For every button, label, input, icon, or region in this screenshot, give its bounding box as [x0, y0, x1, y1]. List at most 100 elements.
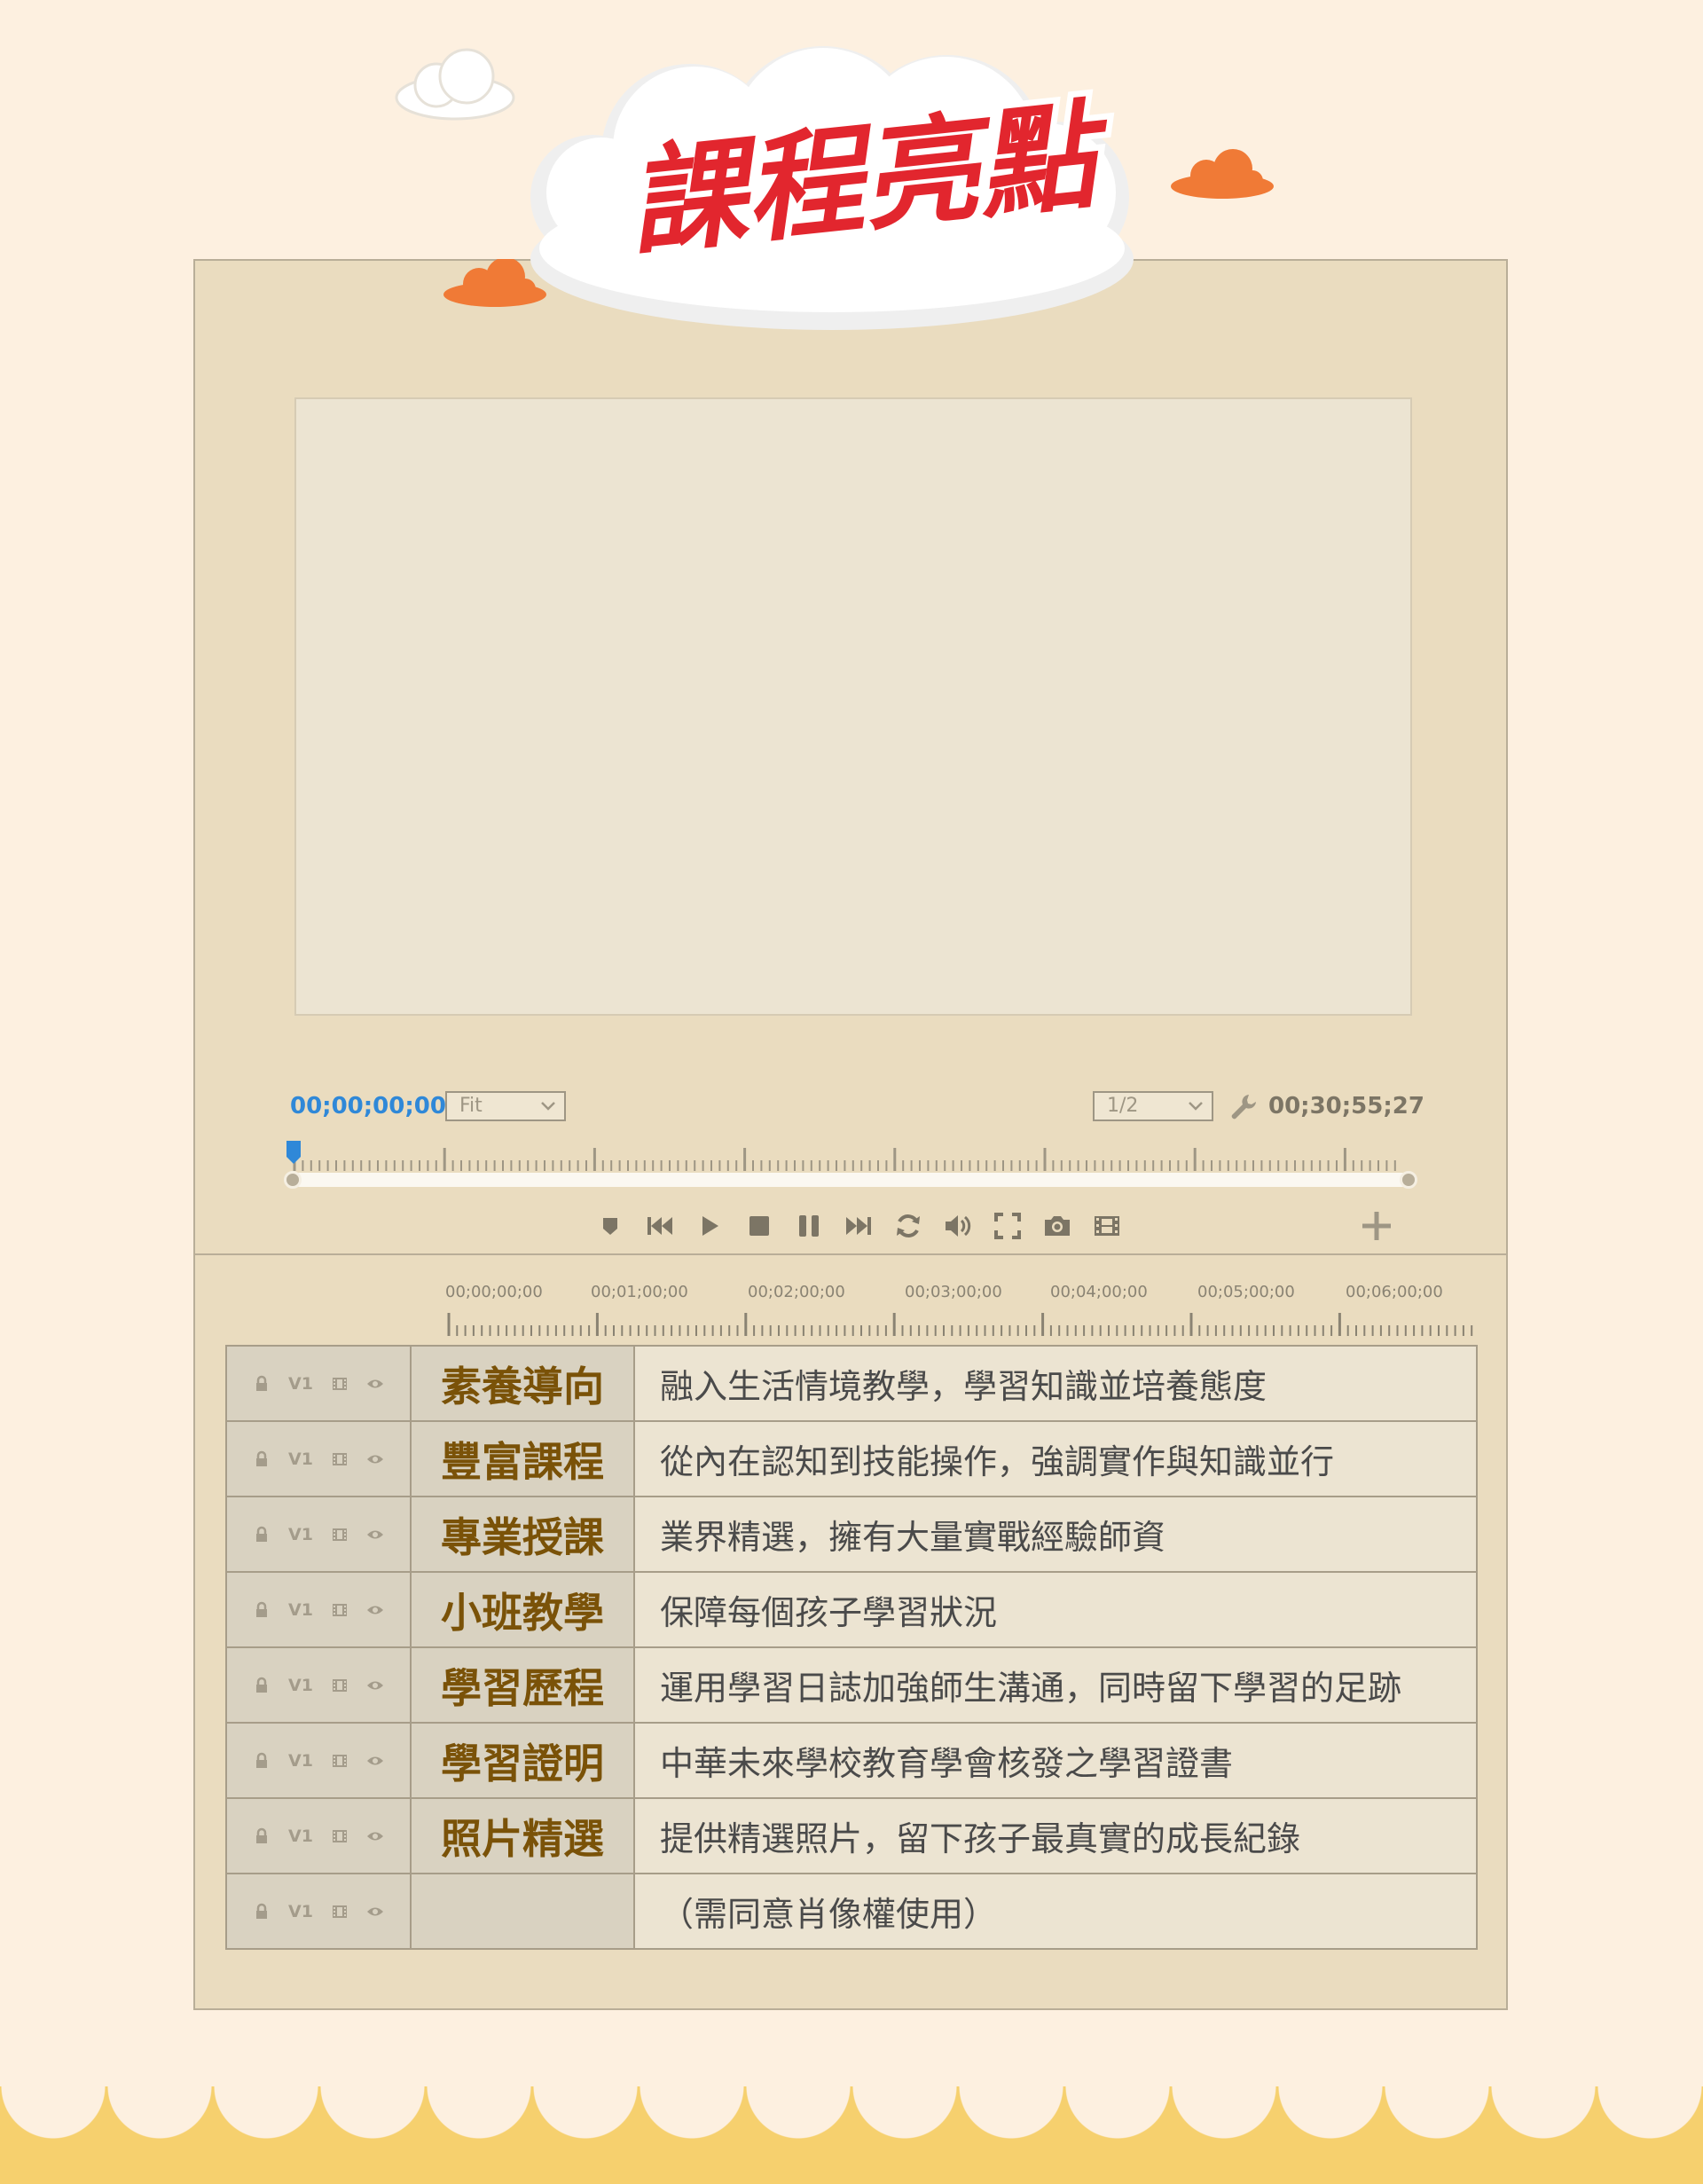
track-description: 融入生活情境教學，學習知識並培養態度: [660, 1367, 1267, 1406]
resolution-select-value: 1/2: [1107, 1095, 1139, 1117]
track-label: V1: [288, 1901, 313, 1921]
track-description: 運用學習日誌加強師生溝通，同時留下學習的足跡: [660, 1669, 1402, 1708]
chevron-down-icon: [1189, 1102, 1203, 1111]
scrubber-track[interactable]: [293, 1173, 1410, 1187]
stop-button[interactable]: [742, 1208, 777, 1244]
volume-button[interactable]: [940, 1208, 976, 1244]
track-controls: V1: [227, 1648, 412, 1722]
lock-icon[interactable]: [253, 1752, 271, 1770]
lock-icon[interactable]: [253, 1903, 271, 1921]
eye-icon[interactable]: [366, 1677, 384, 1694]
film-icon[interactable]: [331, 1903, 349, 1921]
track-row[interactable]: V1 專業授課 業界精選，擁有大量實戰經驗師資: [225, 1496, 1478, 1573]
track-controls: V1: [227, 1874, 412, 1948]
timeline-label: 00;00;00;00: [445, 1283, 543, 1301]
lock-icon[interactable]: [253, 1601, 271, 1619]
stop-icon: [749, 1216, 769, 1236]
lock-icon[interactable]: [253, 1677, 271, 1694]
film-icon[interactable]: [331, 1677, 349, 1694]
track-row[interactable]: V1 學習證明 中華未來學校教育學會核發之學習證書: [225, 1722, 1478, 1799]
timeline-label: 00;05;00;00: [1197, 1283, 1295, 1301]
eye-icon[interactable]: [366, 1601, 384, 1619]
scrubber-start-handle[interactable]: [284, 1171, 302, 1189]
film-icon: [1095, 1216, 1119, 1236]
track-label: V1: [288, 1599, 313, 1620]
timeline-label: 00;03;00;00: [905, 1283, 1002, 1301]
fullscreen-icon: [994, 1213, 1021, 1239]
skip-back-icon: [647, 1217, 672, 1235]
wrench-icon[interactable]: [1228, 1091, 1260, 1123]
film-icon[interactable]: [331, 1752, 349, 1770]
loop-button[interactable]: [891, 1208, 926, 1244]
transport-controls: [593, 1206, 1125, 1245]
timeline-labels: 00;00;00;00 00;01;00;00 00;02;00;00 00;0…: [417, 1283, 1481, 1304]
track-row[interactable]: V1 豐富課程 從內在認知到技能操作，強調實作與知識並行: [225, 1420, 1478, 1497]
track-controls: V1: [227, 1724, 412, 1797]
track-label: V1: [288, 1449, 313, 1469]
go-to-start-button[interactable]: [642, 1208, 678, 1244]
page-title: 課程亮點: [616, 89, 1124, 275]
pause-icon: [799, 1215, 819, 1237]
track-name: 照片精選: [412, 1799, 635, 1873]
film-icon[interactable]: [331, 1450, 349, 1468]
film-icon[interactable]: [331, 1375, 349, 1393]
play-button[interactable]: [692, 1208, 727, 1244]
track-row[interactable]: V1 素養導向 融入生活情境教學，學習知識並培養態度: [225, 1345, 1478, 1422]
scalloped-footer-band: [0, 2086, 1703, 2184]
film-icon[interactable]: [331, 1526, 349, 1544]
track-name: 小班教學: [412, 1573, 635, 1646]
timeline-label: 00;02;00;00: [748, 1283, 845, 1301]
track-label: V1: [288, 1675, 313, 1695]
film-icon[interactable]: [331, 1827, 349, 1845]
eye-icon[interactable]: [366, 1752, 384, 1770]
loop-icon: [897, 1214, 920, 1237]
track-row[interactable]: V1 （需同意肖像權使用）: [225, 1873, 1478, 1950]
resolution-select[interactable]: 1/2: [1093, 1091, 1213, 1121]
track-controls: V1: [227, 1497, 412, 1571]
lock-icon[interactable]: [253, 1375, 271, 1393]
chevron-down-icon: [541, 1102, 555, 1111]
track-name: 學習歷程: [412, 1648, 635, 1722]
add-plus-icon[interactable]: [1357, 1206, 1396, 1245]
snapshot-button[interactable]: [1040, 1208, 1075, 1244]
volume-icon: [946, 1215, 971, 1237]
eye-icon[interactable]: [366, 1827, 384, 1845]
orange-cloud-left-icon: [443, 259, 546, 307]
track-row[interactable]: V1 照片精選 提供精選照片，留下孩子最真實的成長紀錄: [225, 1797, 1478, 1874]
lock-icon[interactable]: [253, 1526, 271, 1544]
eye-icon[interactable]: [366, 1450, 384, 1468]
track-controls: V1: [227, 1347, 412, 1420]
export-frame-button[interactable]: [1089, 1208, 1125, 1244]
go-to-end-button[interactable]: [841, 1208, 876, 1244]
zoom-select[interactable]: Fit: [445, 1091, 566, 1121]
marker-button[interactable]: [593, 1208, 628, 1244]
pause-button[interactable]: [791, 1208, 827, 1244]
current-timecode: 00;00;00;00: [290, 1093, 446, 1119]
lock-icon[interactable]: [253, 1827, 271, 1845]
fullscreen-button[interactable]: [990, 1208, 1025, 1244]
track-label: V1: [288, 1750, 313, 1771]
timeline-label: 00;06;00;00: [1346, 1283, 1443, 1301]
track-name: 素養導向: [412, 1347, 635, 1420]
timeline-tracks: V1 素養導向 融入生活情境教學，學習知識並培養態度 V1 豐富課程 從內在認知…: [225, 1345, 1478, 1950]
timeline-label: 00;04;00;00: [1050, 1283, 1148, 1301]
panel-divider: [193, 1253, 1508, 1255]
eye-icon[interactable]: [366, 1375, 384, 1393]
lock-icon[interactable]: [253, 1450, 271, 1468]
scrubber-end-handle[interactable]: [1400, 1171, 1417, 1189]
eye-icon[interactable]: [366, 1903, 384, 1921]
track-label: V1: [288, 1524, 313, 1544]
track-name: 豐富課程: [412, 1422, 635, 1496]
play-icon: [702, 1216, 718, 1236]
track-description: 保障每個孩子學習狀況: [660, 1593, 998, 1632]
playhead-marker-icon[interactable]: [286, 1139, 302, 1166]
track-row[interactable]: V1 小班教學 保障每個孩子學習狀況: [225, 1571, 1478, 1648]
track-label: V1: [288, 1373, 313, 1394]
track-description: 從內在認知到技能操作，強調實作與知識並行: [660, 1442, 1335, 1481]
marker-icon: [603, 1218, 617, 1235]
track-row[interactable]: V1 學習歷程 運用學習日誌加強師生溝通，同時留下學習的足跡: [225, 1646, 1478, 1724]
end-timecode: 00;30;55;27: [1268, 1093, 1424, 1119]
track-description: 提供精選照片，留下孩子最真實的成長紀錄: [660, 1819, 1301, 1858]
film-icon[interactable]: [331, 1601, 349, 1619]
eye-icon[interactable]: [366, 1526, 384, 1544]
